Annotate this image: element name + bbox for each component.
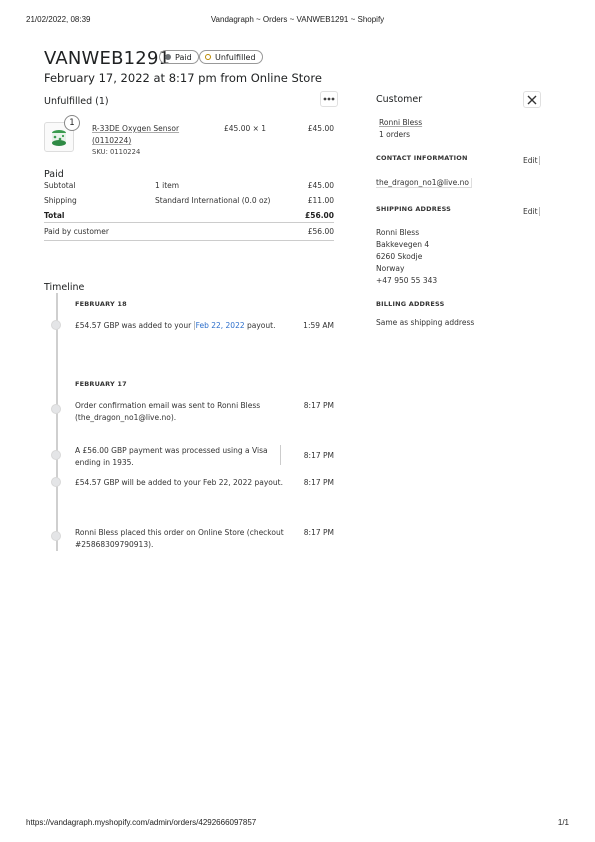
timeline-event-payout-added: £54.57 GBP was added to your Feb 22, 202… [75,321,275,330]
address-line: Bakkevegen 4 [376,240,430,249]
paid-by-customer-amount: £56.00 [307,227,334,236]
print-page-title: Vandagraph ~ Orders ~ VANWEB1291 ~ Shopi… [210,15,385,24]
customer-heading: Customer [376,94,423,105]
timeline-event-order-placed-line2: #25868309790913). [75,540,154,549]
product-price-qty: £45.00 × 1 [224,124,267,133]
timeline-dot [51,450,61,460]
contact-edit-link[interactable]: Edit [523,156,540,165]
paid-dot-icon [165,54,171,60]
timeline-event-payment-processed-line2[interactable]: ending in 1935. [75,458,134,467]
close-icon [527,95,537,104]
timeline-date-feb17: FEBRUARY 17 [75,380,127,388]
event-expand-edge [280,445,281,465]
more-actions-button[interactable] [320,91,338,107]
customer-order-count: 1 orders [379,130,411,139]
shipping-address-heading: SHIPPING ADDRESS [376,205,452,213]
remove-customer-button[interactable] [523,91,541,108]
contact-info-heading: CONTACT INFORMATION [376,154,468,162]
timeline-dot [51,531,61,541]
product-name-link-line2[interactable]: (0110224) [92,136,131,145]
payment-bottom-divider [44,240,334,241]
address-line: 6260 Skodje [376,252,423,261]
shipping-amount: £11.00 [307,196,334,205]
address-phone: +47 950 55 343 [376,276,438,285]
order-subtitle: February 17, 2022 at 8:17 pm from Online… [44,71,322,85]
payment-divider [44,222,334,223]
address-line: Ronni Bless [376,228,420,237]
timeline-event-confirmation-email-line2: (the_dragon_no1@live.no). [75,413,177,422]
print-page-number: 1/1 [557,818,569,827]
product-sku: SKU: 0110224 [92,148,141,156]
event-text: £54.57 GBP was added to your [75,321,194,330]
customer-name-link[interactable]: Ronni Bless [379,118,422,127]
total-label: Total [44,211,65,220]
fulfillment-badge-label: Unfulfilled [215,52,256,62]
timeline-line [56,293,58,551]
event-text-end: payout. [244,321,276,330]
shipping-label: Shipping [44,196,77,205]
shipping-detail: Standard International (0.0 oz) [155,196,271,205]
total-amount: £56.00 [305,211,334,220]
timeline-dot [51,404,61,414]
timeline-event-payout-pending: £54.57 GBP will be added to your Feb 22,… [75,478,283,487]
paid-status-badge: Paid [159,50,199,64]
timeline-event-time: 1:59 AM [303,321,334,330]
quantity-badge: 1 [64,115,80,131]
timeline-event-time: 8:17 PM [303,528,334,537]
shipping-edit-link[interactable]: Edit [523,207,540,216]
payout-date-link[interactable]: Feb 22, 2022 [193,321,245,330]
timeline-event-time: 8:17 PM [303,451,334,460]
timeline-date-feb18: FEBRUARY 18 [75,300,127,308]
timeline-heading: Timeline [44,282,85,293]
timeline-event-time: 8:17 PM [303,478,334,487]
unfulfilled-heading: Unfulfilled (1) [44,96,109,107]
customer-email-link[interactable]: the_dragon_no1@live.no [376,178,472,188]
fulfillment-status-badge: Unfulfilled [199,50,263,64]
order-number: VANWEB1291 [44,48,171,69]
product-line-total: £45.00 [307,124,334,133]
more-horizontal-icon [323,97,335,101]
address-line: Norway [376,264,405,273]
subtotal-amount: £45.00 [307,181,334,190]
paid-badge-label: Paid [175,52,192,62]
timeline-dot [51,320,61,330]
product-name-link[interactable]: R-33DE Oxygen Sensor [92,124,179,133]
subtotal-detail: 1 item [155,181,180,190]
paid-by-customer-label: Paid by customer [44,227,109,236]
timeline-event-time: 8:17 PM [303,401,334,410]
billing-address-heading: BILLING ADDRESS [376,300,445,308]
timeline-dot [51,477,61,487]
unfulfilled-ring-icon [205,54,211,60]
subtotal-label: Subtotal [44,181,76,190]
timeline-event-order-placed: Ronni Bless placed this order on Online … [75,528,284,537]
timeline-event-payment-processed[interactable]: A £56.00 GBP payment was processed using… [75,446,268,455]
payment-heading: Paid [44,169,64,180]
print-url: https://vandagraph.myshopify.com/admin/o… [26,818,257,827]
timeline-event-confirmation-email: Order confirmation email was sent to Ron… [75,401,261,410]
billing-address-text: Same as shipping address [376,318,475,327]
